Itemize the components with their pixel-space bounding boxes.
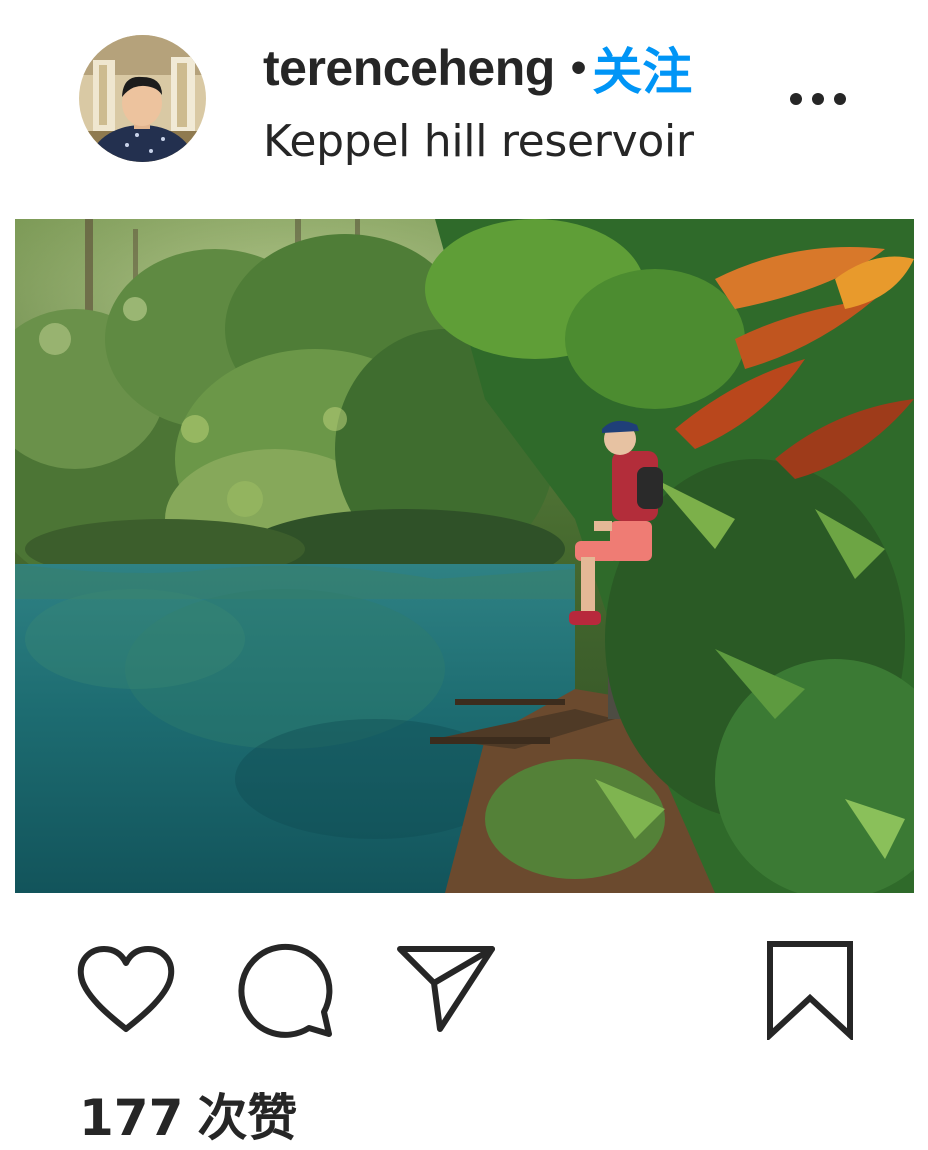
bookmark-outline-icon [767,941,853,1040]
likes-suffix: 次赞 [197,1089,298,1147]
author-header: terenceheng • 关注 [263,36,692,101]
avatar-image [79,35,206,162]
paper-plane-icon [397,946,495,1032]
more-options-button[interactable] [787,86,849,112]
more-horizontal-icon [790,93,846,105]
location-link[interactable]: Keppel hill reservoir [263,116,694,167]
share-button[interactable] [396,943,496,1035]
follow-button[interactable]: 关注 [592,32,692,104]
reservoir-scene-image [15,219,914,893]
comment-button[interactable] [236,940,336,1040]
separator-dot: • [570,43,587,92]
save-button[interactable] [765,940,855,1040]
likes-count[interactable]: 177 次赞 [79,1078,311,1150]
likes-number: 177 [79,1089,184,1147]
post-photo[interactable] [15,219,914,893]
like-button[interactable] [75,945,177,1035]
heart-outline-icon [77,946,175,1032]
username-link[interactable]: terenceheng [263,39,555,97]
comment-bubble-icon [238,943,333,1038]
author-avatar[interactable] [79,35,206,162]
